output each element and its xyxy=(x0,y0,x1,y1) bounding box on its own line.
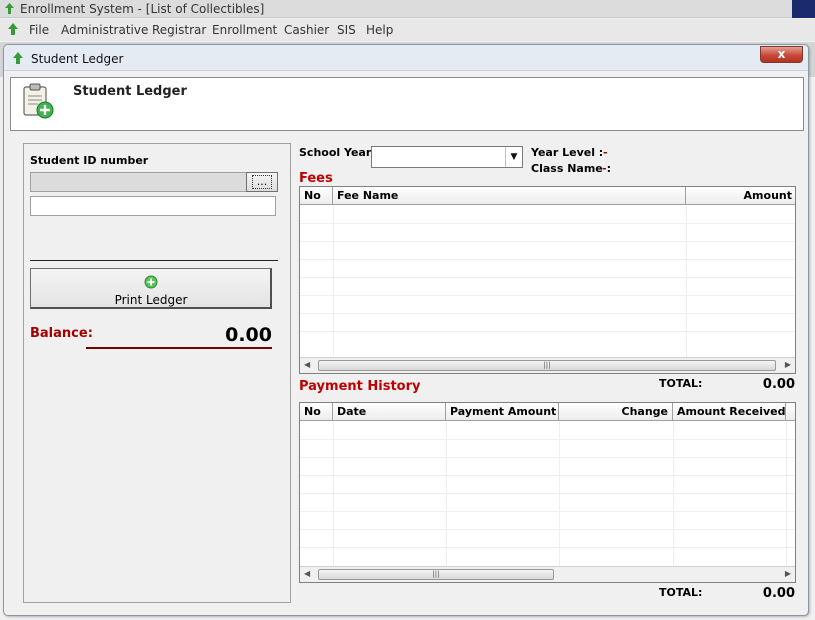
print-ledger-button[interactable]: Print Ledger xyxy=(30,268,272,309)
app-title-bar: Enrollment System - [List of Collectible… xyxy=(0,0,815,18)
grid-line xyxy=(446,421,447,567)
grid-line xyxy=(333,205,334,358)
class-name-value: - xyxy=(602,162,607,175)
fees-total-label: TOTAL: xyxy=(659,377,703,390)
student-id-label: Student ID number xyxy=(30,154,149,167)
grid-line xyxy=(300,475,795,476)
menu-registrar[interactable]: Registrar xyxy=(152,23,206,37)
fees-total-value: 0.00 xyxy=(762,377,795,392)
payment-history-table[interactable]: No Date Payment Amount Change Amount Rec… xyxy=(299,402,796,583)
dialog-icon xyxy=(13,52,23,64)
payment-total-value: 0.00 xyxy=(762,586,795,601)
app-title: Enrollment System - [List of Collectible… xyxy=(20,2,265,16)
class-name-label: Class Name : xyxy=(531,162,611,175)
school-year-select[interactable]: ▼ xyxy=(371,146,523,168)
grid-line xyxy=(300,331,795,332)
student-id-field[interactable] xyxy=(30,172,248,192)
menu-help[interactable]: Help xyxy=(366,23,393,37)
print-ledger-label: Print Ledger xyxy=(114,293,188,307)
payment-table-header: No Date Payment Amount Change Amount Rec… xyxy=(300,403,795,421)
fees-horizontal-scrollbar[interactable]: ◀ ||| ▶ xyxy=(300,357,795,373)
grid-line xyxy=(300,529,795,530)
col-amount[interactable]: Amount xyxy=(686,187,795,204)
menu-enrollment[interactable]: Enrollment xyxy=(212,23,277,37)
grid-line xyxy=(559,421,560,567)
year-level-value: - xyxy=(603,146,608,159)
grid-line xyxy=(300,259,795,260)
fees-table-header: No Fee Name Amount xyxy=(300,187,795,205)
col-overflow[interactable] xyxy=(786,403,795,420)
close-button[interactable]: x xyxy=(760,46,803,63)
col-date[interactable]: Date xyxy=(333,403,446,420)
header-title: Student Ledger xyxy=(73,84,187,99)
grid-line xyxy=(300,313,795,314)
scroll-left-icon[interactable]: ◀ xyxy=(304,569,310,578)
grid-line xyxy=(300,295,795,296)
grid-line xyxy=(333,421,334,567)
student-name-field[interactable] xyxy=(30,196,276,216)
payment-total-label: TOTAL: xyxy=(659,586,703,599)
grid-line xyxy=(300,277,795,278)
divider xyxy=(30,260,278,261)
add-circle-icon xyxy=(144,275,158,289)
scroll-left-icon[interactable]: ◀ xyxy=(304,360,310,369)
app-menu-icon[interactable] xyxy=(6,22,20,36)
grid-line xyxy=(786,421,787,567)
col-amount-received[interactable]: Amount Received xyxy=(673,403,786,420)
school-year-label: School Year xyxy=(299,146,372,159)
student-panel: Student ID number ... Print Ledger Balan… xyxy=(23,143,291,603)
payment-horizontal-scrollbar[interactable]: ◀ ||| ▶ xyxy=(300,566,795,582)
fees-table[interactable]: No Fee Name Amount ◀ ||| ▶ xyxy=(299,186,796,374)
dialog-title: Student Ledger xyxy=(31,52,124,66)
col-no[interactable]: No xyxy=(300,403,333,420)
payment-history-title: Payment History xyxy=(299,379,421,394)
scroll-right-icon[interactable]: ▶ xyxy=(785,569,791,578)
fees-title: Fees xyxy=(299,171,333,186)
menu-sis[interactable]: SIS xyxy=(337,23,356,37)
grid-line xyxy=(673,421,674,567)
col-payment-amount[interactable]: Payment Amount xyxy=(446,403,559,420)
balance-value: 0.00 xyxy=(225,324,272,346)
menu-bar: File Administrative Registrar Enrollment… xyxy=(0,19,815,41)
browse-label: ... xyxy=(251,175,273,189)
balance-label: Balance: xyxy=(30,326,93,341)
dialog-title-bar: Student Ledger x xyxy=(4,45,808,71)
grid-line xyxy=(300,241,795,242)
clipboard-add-icon xyxy=(23,83,54,119)
year-level-label: Year Level : xyxy=(531,146,604,159)
window-control-strip[interactable] xyxy=(792,0,815,18)
scroll-right-icon[interactable]: ▶ xyxy=(785,360,791,369)
header-panel: Student Ledger xyxy=(10,77,804,131)
student-ledger-dialog: Student Ledger x Student Ledger Student … xyxy=(3,44,809,616)
grid-line xyxy=(686,205,687,358)
app-icon xyxy=(5,3,14,14)
dropdown-arrow-icon[interactable]: ▼ xyxy=(505,147,522,167)
col-fee-name[interactable]: Fee Name xyxy=(333,187,686,204)
col-change[interactable]: Change xyxy=(559,403,673,420)
menu-file[interactable]: File xyxy=(29,23,49,37)
close-icon: x xyxy=(777,47,786,61)
scrollbar-thumb[interactable]: ||| xyxy=(318,569,554,580)
grid-line xyxy=(300,223,795,224)
browse-student-button[interactable]: ... xyxy=(246,172,278,192)
col-no[interactable]: No xyxy=(300,187,333,204)
grid-line xyxy=(300,457,795,458)
grid-line xyxy=(300,439,795,440)
grid-line xyxy=(300,547,795,548)
grid-line xyxy=(300,511,795,512)
menu-administrative[interactable]: Administrative xyxy=(61,23,148,37)
grid-line xyxy=(300,493,795,494)
menu-cashier[interactable]: Cashier xyxy=(284,23,329,37)
scrollbar-thumb[interactable]: ||| xyxy=(318,360,776,371)
balance-underline xyxy=(86,347,272,349)
